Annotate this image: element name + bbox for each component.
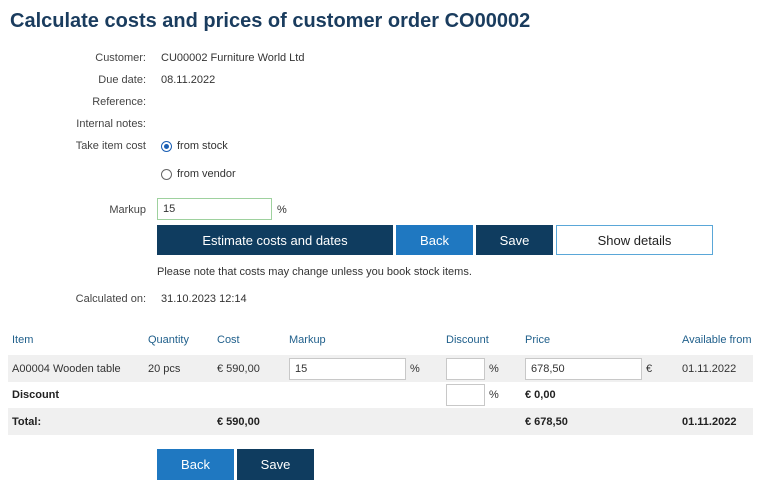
footer-save-button[interactable]: Save xyxy=(237,449,314,480)
row-discount-percent-unit: % xyxy=(489,363,499,375)
row-quantity: 20 pcs xyxy=(148,363,181,375)
row-item: A00004 Wooden table xyxy=(12,363,121,375)
total-available-from: 01.11.2022 xyxy=(682,416,737,428)
footer-back-button[interactable]: Back xyxy=(157,449,234,480)
discount-row-input[interactable] xyxy=(446,384,485,406)
calculated-on-value: 31.10.2023 12:14 xyxy=(161,293,247,305)
markup-label: Markup xyxy=(109,204,146,216)
row-cost: € 590,00 xyxy=(217,363,260,375)
due-date-value: 08.11.2022 xyxy=(161,74,216,86)
internal-notes-label: Internal notes: xyxy=(76,118,146,130)
page-title: Calculate costs and prices of customer o… xyxy=(10,10,531,32)
row-markup-input[interactable] xyxy=(289,358,406,380)
discount-row-label: Discount xyxy=(12,389,60,401)
reference-label: Reference: xyxy=(92,96,146,108)
column-header-cost: Cost xyxy=(217,334,240,346)
take-item-cost-label: Take item cost xyxy=(75,140,146,152)
from-vendor-label[interactable]: from vendor xyxy=(177,168,236,180)
markup-input[interactable] xyxy=(157,198,272,220)
discount-row-percent-unit: % xyxy=(489,389,499,401)
from-vendor-radio[interactable] xyxy=(161,169,172,180)
column-header-price: Price xyxy=(525,334,551,346)
total-row xyxy=(8,408,753,435)
row-discount-input[interactable] xyxy=(446,358,485,380)
discount-row-price: € 0,00 xyxy=(525,389,556,401)
row-price-input[interactable] xyxy=(525,358,642,380)
column-header-quantity: Quantity xyxy=(148,334,189,346)
show-details-button[interactable]: Show details xyxy=(556,225,713,255)
calculated-on-label: Calculated on: xyxy=(75,293,146,305)
markup-percent-unit: % xyxy=(277,204,287,216)
total-label: Total: xyxy=(12,416,42,428)
column-header-available-from: Available from xyxy=(682,334,752,346)
customer-label: Customer: xyxy=(95,52,146,64)
total-cost: € 590,00 xyxy=(217,416,260,428)
row-price-euro-unit: € xyxy=(646,363,653,375)
cost-change-note: Please note that costs may change unless… xyxy=(157,266,472,278)
row-available-from: 01.11.2022 xyxy=(682,363,737,375)
due-date-label: Due date: xyxy=(98,74,146,86)
total-price: € 678,50 xyxy=(525,416,568,428)
estimate-costs-button[interactable]: Estimate costs and dates xyxy=(157,225,393,255)
back-button[interactable]: Back xyxy=(396,225,473,255)
column-header-markup: Markup xyxy=(289,334,326,346)
from-stock-radio[interactable] xyxy=(161,141,172,152)
column-header-discount: Discount xyxy=(446,334,489,346)
column-header-item: Item xyxy=(12,334,34,346)
customer-value: CU00002 Furniture World Ltd xyxy=(161,52,305,64)
save-button[interactable]: Save xyxy=(476,225,553,255)
row-markup-percent-unit: % xyxy=(410,363,420,375)
from-stock-label[interactable]: from stock xyxy=(177,140,228,152)
